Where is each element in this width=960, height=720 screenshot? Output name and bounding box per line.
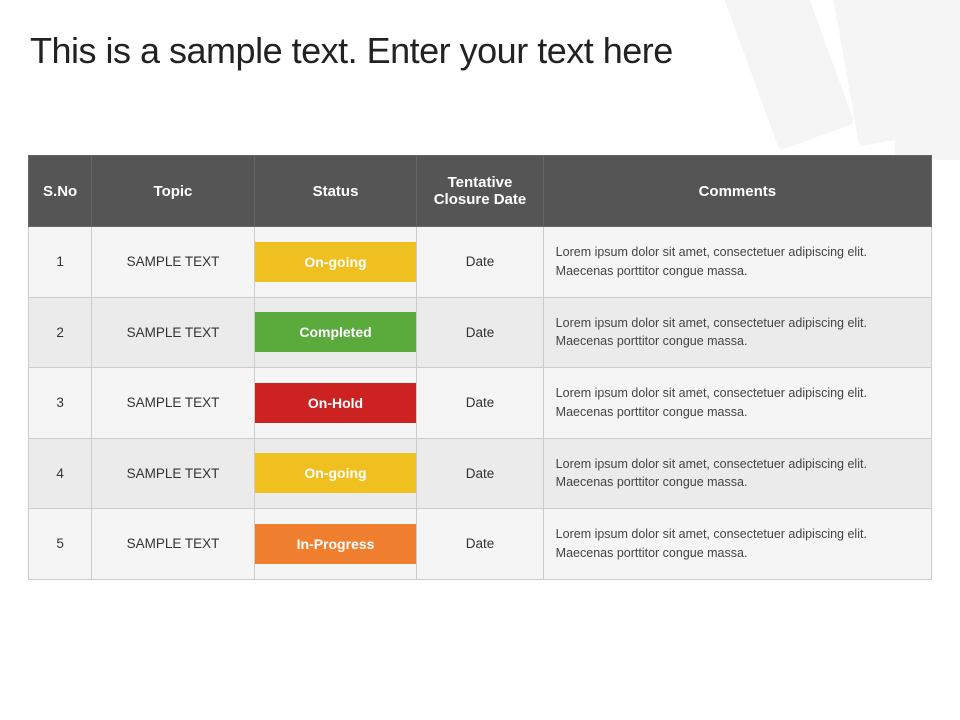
cell-status: On-Hold	[254, 368, 417, 439]
cell-status: Completed	[254, 297, 417, 368]
status-badge-completed: Completed	[255, 312, 417, 352]
cell-status: On-going	[254, 227, 417, 298]
cell-comments: Lorem ipsum dolor sit amet, consectetuer…	[543, 368, 931, 439]
background-decoration	[560, 0, 960, 160]
header-sno: S.No	[29, 156, 92, 227]
cell-sno: 3	[29, 368, 92, 439]
cell-topic: SAMPLE TEXT	[92, 438, 255, 509]
cell-status: On-going	[254, 438, 417, 509]
page-title: This is a sample text. Enter your text h…	[30, 30, 673, 72]
status-badge-ongoing: On-going	[255, 242, 417, 282]
header-tentative-closure-date: Tentative Closure Date	[417, 156, 543, 227]
cell-topic: SAMPLE TEXT	[92, 368, 255, 439]
status-badge-ongoing: On-going	[255, 453, 417, 493]
cell-date: Date	[417, 297, 543, 368]
table-row: 4SAMPLE TEXTOn-goingDateLorem ipsum dolo…	[29, 438, 932, 509]
cell-sno: 1	[29, 227, 92, 298]
cell-comments: Lorem ipsum dolor sit amet, consectetuer…	[543, 438, 931, 509]
cell-comments: Lorem ipsum dolor sit amet, consectetuer…	[543, 509, 931, 580]
header-comments: Comments	[543, 156, 931, 227]
cell-date: Date	[417, 227, 543, 298]
table-row: 2SAMPLE TEXTCompletedDateLorem ipsum dol…	[29, 297, 932, 368]
cell-date: Date	[417, 509, 543, 580]
cell-topic: SAMPLE TEXT	[92, 227, 255, 298]
cell-topic: SAMPLE TEXT	[92, 509, 255, 580]
cell-comments: Lorem ipsum dolor sit amet, consectetuer…	[543, 227, 931, 298]
status-badge-onhold: On-Hold	[255, 383, 417, 423]
table-row: 5SAMPLE TEXTIn-ProgressDateLorem ipsum d…	[29, 509, 932, 580]
cell-comments: Lorem ipsum dolor sit amet, consectetuer…	[543, 297, 931, 368]
cell-status: In-Progress	[254, 509, 417, 580]
table-header-row: S.No Topic Status Tentative Closure Date…	[29, 156, 932, 227]
cell-sno: 5	[29, 509, 92, 580]
status-badge-inprogress: In-Progress	[255, 524, 417, 564]
cell-date: Date	[417, 368, 543, 439]
table-row: 3SAMPLE TEXTOn-HoldDateLorem ipsum dolor…	[29, 368, 932, 439]
cell-sno: 2	[29, 297, 92, 368]
cell-topic: SAMPLE TEXT	[92, 297, 255, 368]
cell-sno: 4	[29, 438, 92, 509]
header-topic: Topic	[92, 156, 255, 227]
header-status: Status	[254, 156, 417, 227]
cell-date: Date	[417, 438, 543, 509]
main-table: S.No Topic Status Tentative Closure Date…	[28, 155, 932, 580]
table-row: 1SAMPLE TEXTOn-goingDateLorem ipsum dolo…	[29, 227, 932, 298]
table-container: S.No Topic Status Tentative Closure Date…	[28, 155, 932, 680]
